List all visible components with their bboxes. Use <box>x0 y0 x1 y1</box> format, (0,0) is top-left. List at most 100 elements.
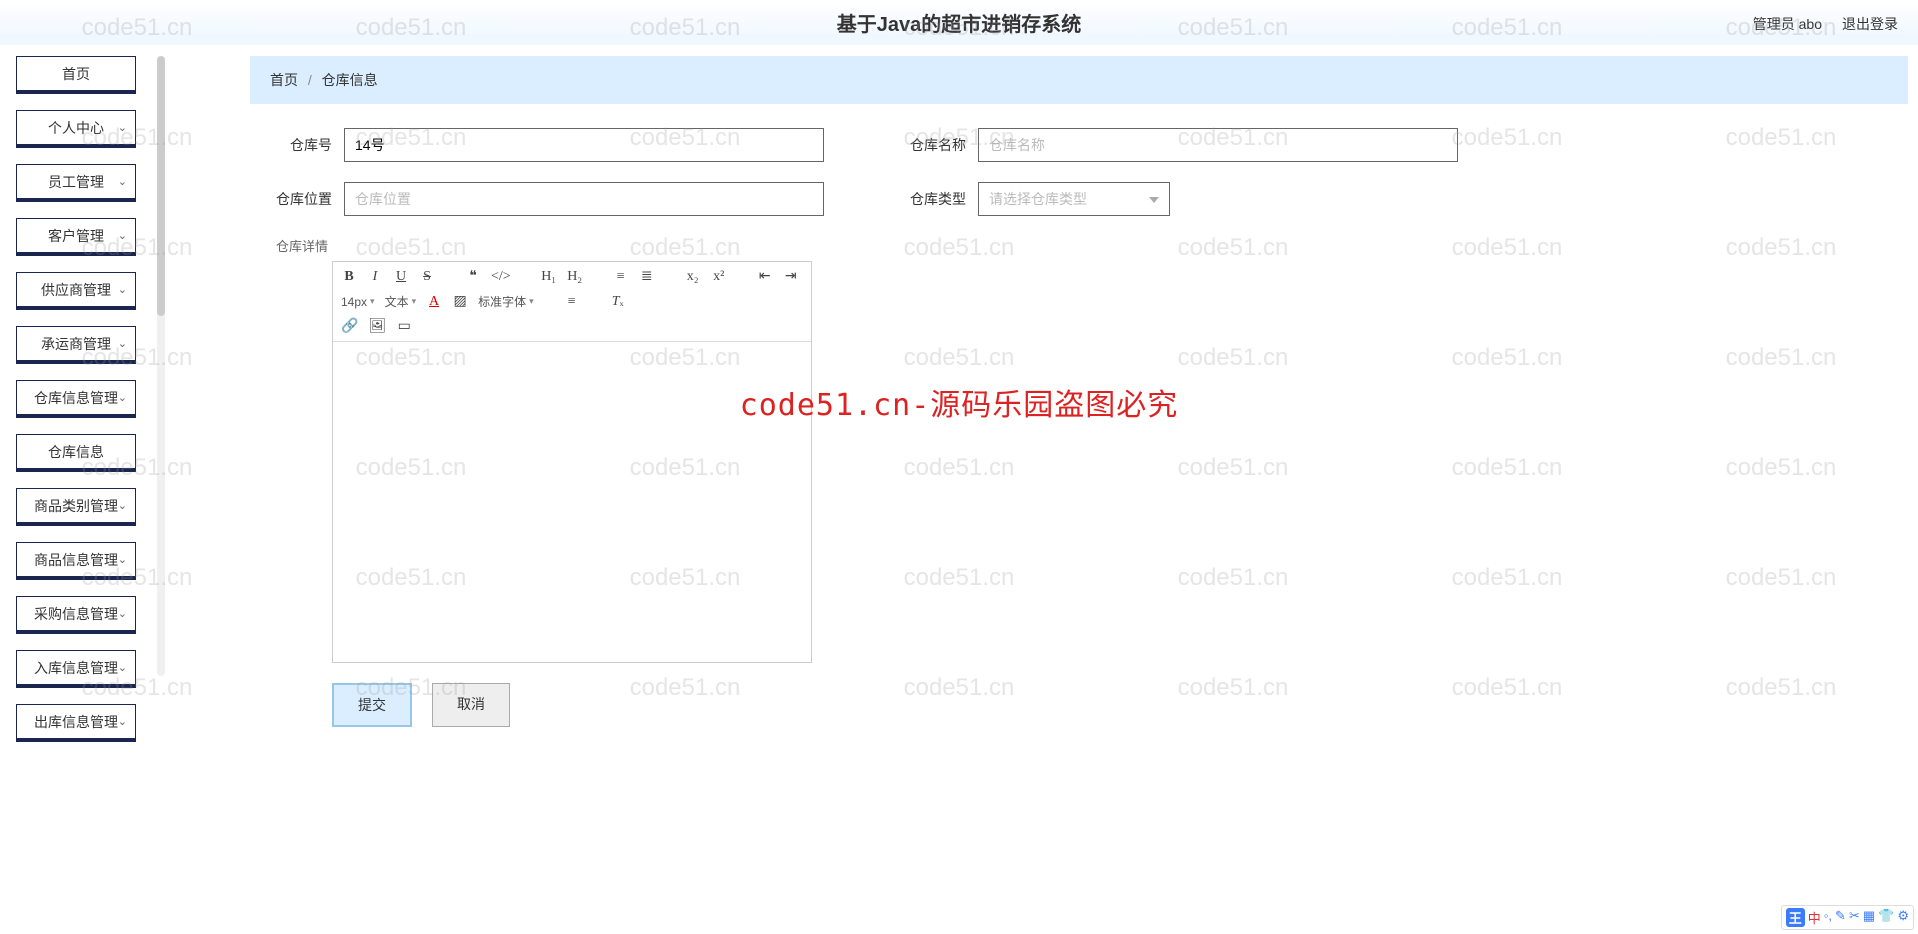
form-buttons: 提交 取消 <box>332 683 1868 727</box>
sidebar-item-label: 商品信息管理 <box>34 550 118 570</box>
code-icon[interactable]: </> <box>491 269 511 285</box>
sidebar-item-label: 承运商管理 <box>41 334 111 354</box>
logout-link[interactable]: 退出登录 <box>1842 14 1898 34</box>
ime-cut-icon[interactable]: ✂ <box>1849 908 1860 927</box>
editor-content[interactable] <box>333 342 811 662</box>
italic-icon[interactable]: I <box>367 269 383 285</box>
sidebar-item-product-info[interactable]: 商品信息管理⌄ <box>16 542 136 580</box>
chevron-down-icon: ⌄ <box>118 175 127 188</box>
warehouse-form: 仓库号 仓库名称 仓库位置 仓库类型 请选择仓库类型 仓库详情 B I <box>250 104 1908 727</box>
strike-icon[interactable]: S <box>419 269 435 285</box>
sidebar-item-label: 仓库信息 <box>48 442 104 462</box>
sidebar-item-outbound[interactable]: 出库信息管理⌄ <box>16 704 136 742</box>
underline-icon[interactable]: U <box>393 269 409 285</box>
ime-coat-icon[interactable]: 👕 <box>1878 908 1894 927</box>
h2-icon[interactable]: H₂ <box>567 269 583 285</box>
breadcrumb: 首页 / 仓库信息 <box>250 56 1908 104</box>
ime-punct-icon[interactable]: ◦, <box>1824 908 1832 927</box>
h1-icon[interactable]: H₁ <box>541 269 557 285</box>
ordered-list-icon[interactable]: ≡ <box>613 269 629 285</box>
sidebar-item-label: 商品类别管理 <box>34 496 118 516</box>
select-placeholder: 请选择仓库类型 <box>989 189 1087 209</box>
sidebar-item-home[interactable]: 首页 <box>16 56 136 94</box>
chevron-down-icon: ⌄ <box>118 499 127 512</box>
video-icon[interactable]: ▭ <box>396 318 412 335</box>
sidebar-item-label: 仓库信息管理 <box>34 388 118 408</box>
label-warehouse-no: 仓库号 <box>270 135 344 155</box>
sidebar-item-carrier[interactable]: 承运商管理 ⌄ <box>16 326 136 364</box>
chevron-down-icon: ⌄ <box>118 283 127 296</box>
indent-right-icon[interactable]: ⇥ <box>783 268 799 285</box>
sidebar-scrollbar[interactable] <box>157 56 165 676</box>
chevron-down-icon: ⌄ <box>118 337 127 350</box>
rich-text-editor: B I U S ❝ </> H₁ H₂ ≡ ≣ x₂ x² ⇤ ⇥ <box>332 261 812 663</box>
app-header: 基于Java的超市进销存系统 管理员 abo 退出登录 <box>0 0 1918 45</box>
chevron-down-icon: ⌄ <box>118 121 127 134</box>
font-color-icon[interactable]: A <box>426 294 442 310</box>
select-warehouse-type[interactable]: 请选择仓库类型 <box>978 182 1170 216</box>
label-warehouse-name: 仓库名称 <box>904 135 978 155</box>
breadcrumb-separator: / <box>308 72 312 88</box>
bold-icon[interactable]: B <box>341 269 357 285</box>
chevron-down-icon: ⌄ <box>118 391 127 404</box>
chevron-down-icon: ⌄ <box>118 607 127 620</box>
current-user-label[interactable]: 管理员 abo <box>1753 14 1822 34</box>
label-warehouse-type: 仓库类型 <box>904 189 978 209</box>
breadcrumb-home[interactable]: 首页 <box>270 72 298 88</box>
text-style-select[interactable]: 文本 <box>385 293 417 310</box>
sidebar-item-label: 客户管理 <box>48 226 104 246</box>
link-icon[interactable]: 🔗 <box>341 318 358 335</box>
sidebar-item-warehouse-info[interactable]: 仓库信息 <box>16 434 136 472</box>
quote-icon[interactable]: ❝ <box>465 268 481 285</box>
indent-left-icon[interactable]: ⇤ <box>757 268 773 285</box>
ime-edit-icon[interactable]: ✎ <box>1835 908 1846 927</box>
font-family-select[interactable]: 标准字体 <box>478 293 534 310</box>
sidebar-item-staff[interactable]: 员工管理 ⌄ <box>16 164 136 202</box>
input-warehouse-name[interactable] <box>978 128 1458 162</box>
app-title: 基于Java的超市进销存系统 <box>837 8 1082 37</box>
label-warehouse-location: 仓库位置 <box>270 189 344 209</box>
sidebar-item-label: 采购信息管理 <box>34 604 118 624</box>
sidebar-nav: 首页 个人中心 ⌄ 员工管理 ⌄ 客户管理 ⌄ 供应商管理 ⌄ 承运商管理 ⌄ 仓库信息管… <box>16 56 136 742</box>
align-left-icon[interactable]: ≡ <box>564 294 580 310</box>
subscript-icon[interactable]: x₂ <box>685 269 701 285</box>
sidebar-item-warehouse-mgmt[interactable]: 仓库信息管理⌄ <box>16 380 136 418</box>
sidebar-item-inbound[interactable]: 入库信息管理⌄ <box>16 650 136 688</box>
sidebar-item-product-category[interactable]: 商品类别管理⌄ <box>16 488 136 526</box>
sidebar-item-label: 供应商管理 <box>41 280 111 300</box>
chevron-down-icon: ⌄ <box>118 553 127 566</box>
chevron-down-icon: ⌄ <box>118 715 127 728</box>
breadcrumb-current: 仓库信息 <box>322 72 378 88</box>
bg-color-icon[interactable]: ▨ <box>452 293 468 310</box>
unordered-list-icon[interactable]: ≣ <box>639 268 655 285</box>
superscript-icon[interactable]: x² <box>711 269 727 285</box>
main-content: 首页 / 仓库信息 仓库号 仓库名称 仓库位置 仓库类型 请选择仓库类型 <box>250 56 1908 727</box>
sidebar-item-customer[interactable]: 客户管理 ⌄ <box>16 218 136 256</box>
image-icon[interactable]: 🖼 <box>368 318 386 335</box>
header-user-area: 管理员 abo 退出登录 <box>1753 14 1898 34</box>
ime-grid-icon[interactable]: ▦ <box>1863 908 1875 927</box>
ime-lang-icon[interactable]: 中 <box>1808 908 1821 927</box>
sidebar-item-supplier[interactable]: 供应商管理 ⌄ <box>16 272 136 310</box>
sidebar-item-label: 入库信息管理 <box>34 658 118 678</box>
ime-icon[interactable]: 王 <box>1786 908 1805 927</box>
font-size-select[interactable]: 14px <box>341 295 375 309</box>
input-warehouse-no[interactable] <box>344 128 824 162</box>
chevron-down-icon: ⌄ <box>118 661 127 674</box>
editor-toolbar: B I U S ❝ </> H₁ H₂ ≡ ≣ x₂ x² ⇤ ⇥ <box>333 262 811 342</box>
sidebar-item-label: 个人中心 <box>48 118 104 138</box>
submit-button[interactable]: 提交 <box>332 683 412 727</box>
input-warehouse-location[interactable] <box>344 182 824 216</box>
sidebar-item-profile[interactable]: 个人中心 ⌄ <box>16 110 136 148</box>
sidebar-item-label: 首页 <box>62 64 90 84</box>
scrollbar-thumb[interactable] <box>157 56 165 316</box>
sidebar-item-label: 员工管理 <box>48 172 104 192</box>
sidebar-item-purchase[interactable]: 采购信息管理⌄ <box>16 596 136 634</box>
sidebar-item-label: 出库信息管理 <box>34 712 118 732</box>
clear-format-icon[interactable]: Tₓ <box>610 294 626 310</box>
ime-toolbar[interactable]: 王 中 ◦, ✎ ✂ ▦ 👕 ⚙ <box>1781 905 1914 930</box>
chevron-down-icon: ⌄ <box>118 229 127 242</box>
label-warehouse-detail: 仓库详情 <box>276 236 1868 255</box>
ime-gear-icon[interactable]: ⚙ <box>1897 908 1909 927</box>
cancel-button[interactable]: 取消 <box>432 683 510 727</box>
